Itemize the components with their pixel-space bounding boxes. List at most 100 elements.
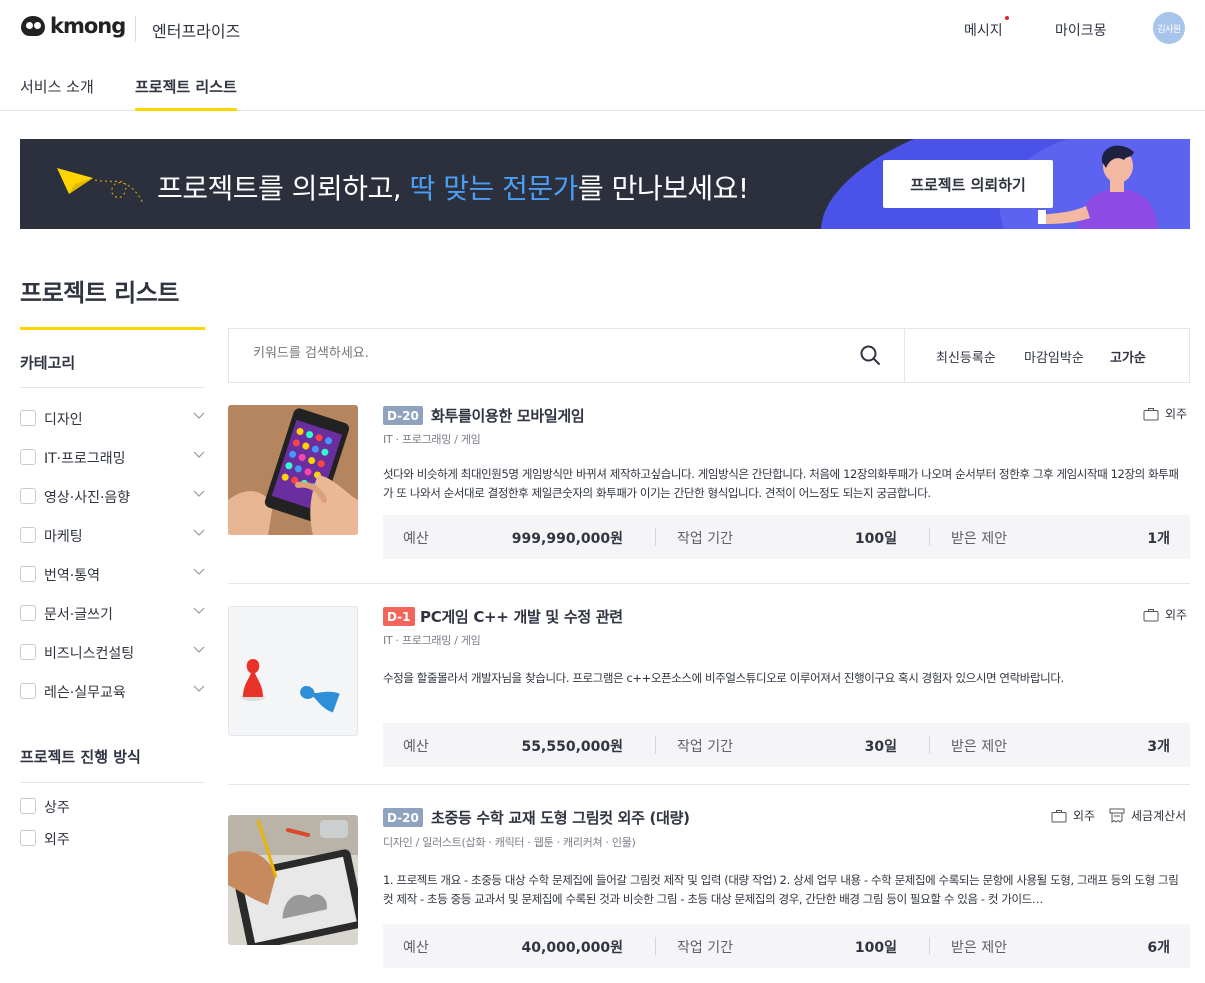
method-item-onsite[interactable]: 상주 [20, 797, 205, 817]
sidebar-divider [20, 782, 205, 783]
project-title[interactable]: 화투를이용한 모바일게임 [431, 405, 585, 426]
person-illustration-icon [1038, 145, 1158, 229]
phone-game-image-icon [228, 405, 358, 535]
category-label: 번역·통역 [44, 568, 100, 584]
receipt-icon [1109, 808, 1125, 823]
category-label: IT·프로그래밍 [44, 451, 126, 467]
project-category: IT · 프로그래밍 / 게임 [383, 433, 481, 446]
search-input[interactable] [253, 346, 813, 361]
chevron-down-icon[interactable] [193, 529, 205, 537]
project-title[interactable]: 초중등 수학 교재 도형 그림컷 외주 (대량) [431, 807, 690, 828]
dday-badge: D-1 [383, 607, 415, 626]
tag-outsource: 외주 [1143, 606, 1187, 623]
request-project-button[interactable]: 프로젝트 의뢰하기 [883, 160, 1053, 208]
checkbox[interactable] [20, 527, 36, 543]
proposals-label: 받은 제안 [951, 739, 1007, 755]
chevron-down-icon[interactable] [193, 646, 205, 654]
stat-divider [929, 736, 930, 754]
category-label: 문서·글쓰기 [44, 607, 113, 623]
period-value: 100일 [854, 940, 897, 956]
category-heading: 카테고리 [20, 354, 76, 372]
my-kmong-link[interactable]: 마이크몽 [1055, 20, 1107, 40]
stat-divider [929, 937, 930, 955]
method-item-outsource[interactable]: 외주 [20, 829, 205, 849]
promo-banner[interactable]: 프로젝트를 의뢰하고, 딱 맞는 전문가를 만나보세요! 프로젝트 의뢰하기 [20, 139, 1190, 229]
category-label: 디자인 [44, 412, 83, 428]
category-item-translation[interactable]: 번역·통역 [20, 565, 205, 585]
drawing-tablet-image-icon [228, 815, 358, 945]
chevron-down-icon[interactable] [193, 607, 205, 615]
search-divider [904, 329, 905, 382]
tag-label: 세금계산서 [1131, 809, 1187, 823]
project-description: 섯다와 비슷하게 최대인원5명 게임방식만 바뀌셔 제작하고싶습니다. 게임방식… [383, 467, 1179, 500]
banner-headline: 프로젝트를 의뢰하고, 딱 맞는 전문가를 만나보세요! [157, 167, 749, 207]
category-item-business[interactable]: 비즈니스컨설팅 [20, 643, 205, 663]
chevron-down-icon[interactable] [193, 685, 205, 693]
project-stats: 예산 999,990,000원 작업 기간 100일 받은 제안 1개 [383, 515, 1190, 559]
card-divider [228, 784, 1190, 785]
briefcase-icon [1143, 608, 1159, 621]
category-item-it[interactable]: IT·프로그래밍 [20, 448, 205, 468]
search-bar: 최신등록순 마감임박순 고가순 [228, 328, 1190, 383]
project-title[interactable]: PC게임 C++ 개발 및 수정 관련 [420, 606, 623, 627]
avatar[interactable]: 김사원 [1153, 12, 1185, 44]
method-heading: 프로젝트 진행 방식 [20, 748, 141, 766]
enterprise-label[interactable]: 엔터프라이즈 [152, 18, 240, 42]
chevron-down-icon[interactable] [193, 568, 205, 576]
project-card[interactable]: D-20 초중등 수학 교재 도형 그림컷 외주 (대량) 디자인 / 일러스트… [228, 807, 1190, 983]
category-label: 마케팅 [44, 529, 83, 545]
project-thumbnail[interactable] [228, 606, 358, 736]
chevron-down-icon[interactable] [193, 412, 205, 420]
proposals-label: 받은 제안 [951, 940, 1007, 956]
category-label: 레슨·실무교육 [44, 685, 126, 701]
search-icon[interactable] [859, 344, 881, 366]
period-value: 100일 [854, 531, 897, 547]
project-category: IT · 프로그래밍 / 게임 [383, 634, 481, 647]
project-card[interactable]: D-20 화투를이용한 모바일게임 IT · 프로그래밍 / 게임 외주 섯다와… [228, 405, 1190, 585]
method-label: 상주 [44, 800, 70, 816]
sort-highest-price[interactable]: 고가순 [1110, 347, 1146, 366]
checkbox[interactable] [20, 410, 36, 426]
new-message-dot [1005, 16, 1009, 20]
category-item-lesson[interactable]: 레슨·실무교육 [20, 682, 205, 702]
tag-outsource: 외주 [1143, 405, 1187, 422]
banner-text-start: 프로젝트를 의뢰하고, [157, 172, 410, 205]
checkbox[interactable] [20, 644, 36, 660]
tab-service-intro[interactable]: 서비스 소개 [20, 76, 94, 111]
budget-label: 예산 [403, 531, 429, 547]
briefcase-icon [1143, 407, 1159, 420]
messages-link[interactable]: 메시지 [964, 20, 1003, 40]
project-thumbnail[interactable] [228, 815, 358, 945]
sort-newest[interactable]: 최신등록순 [936, 347, 996, 366]
sort-deadline[interactable]: 마감임박순 [1024, 347, 1084, 366]
kmong-logo[interactable]: kmong [20, 14, 126, 38]
method-label: 외주 [44, 832, 70, 848]
page-title: 프로젝트 리스트 [20, 279, 179, 307]
game-pieces-image-icon [229, 607, 357, 735]
chevron-down-icon[interactable] [193, 451, 205, 459]
tag-label: 외주 [1073, 809, 1096, 823]
briefcase-icon [1051, 809, 1067, 822]
checkbox[interactable] [20, 566, 36, 582]
period-label: 작업 기간 [677, 531, 733, 547]
chevron-down-icon[interactable] [193, 490, 205, 498]
checkbox[interactable] [20, 605, 36, 621]
checkbox[interactable] [20, 798, 36, 814]
category-item-video[interactable]: 영상·사진·음향 [20, 487, 205, 507]
nav-tabs: 서비스 소개 프로젝트 리스트 [0, 58, 1205, 111]
tab-project-list[interactable]: 프로젝트 리스트 [135, 76, 237, 111]
project-thumbnail[interactable] [228, 405, 358, 535]
proposals-value: 1개 [1147, 531, 1170, 547]
period-label: 작업 기간 [677, 739, 733, 755]
category-item-writing[interactable]: 문서·글쓰기 [20, 604, 205, 624]
proposals-value: 6개 [1147, 940, 1170, 956]
project-card[interactable]: D-1 PC게임 C++ 개발 및 수정 관련 IT · 프로그래밍 / 게임 … [228, 606, 1190, 786]
checkbox[interactable] [20, 683, 36, 699]
checkbox[interactable] [20, 488, 36, 504]
checkbox[interactable] [20, 830, 36, 846]
tag-label: 외주 [1165, 407, 1188, 421]
category-item-marketing[interactable]: 마케팅 [20, 526, 205, 546]
period-label: 작업 기간 [677, 940, 733, 956]
checkbox[interactable] [20, 449, 36, 465]
category-item-design[interactable]: 디자인 [20, 409, 205, 429]
